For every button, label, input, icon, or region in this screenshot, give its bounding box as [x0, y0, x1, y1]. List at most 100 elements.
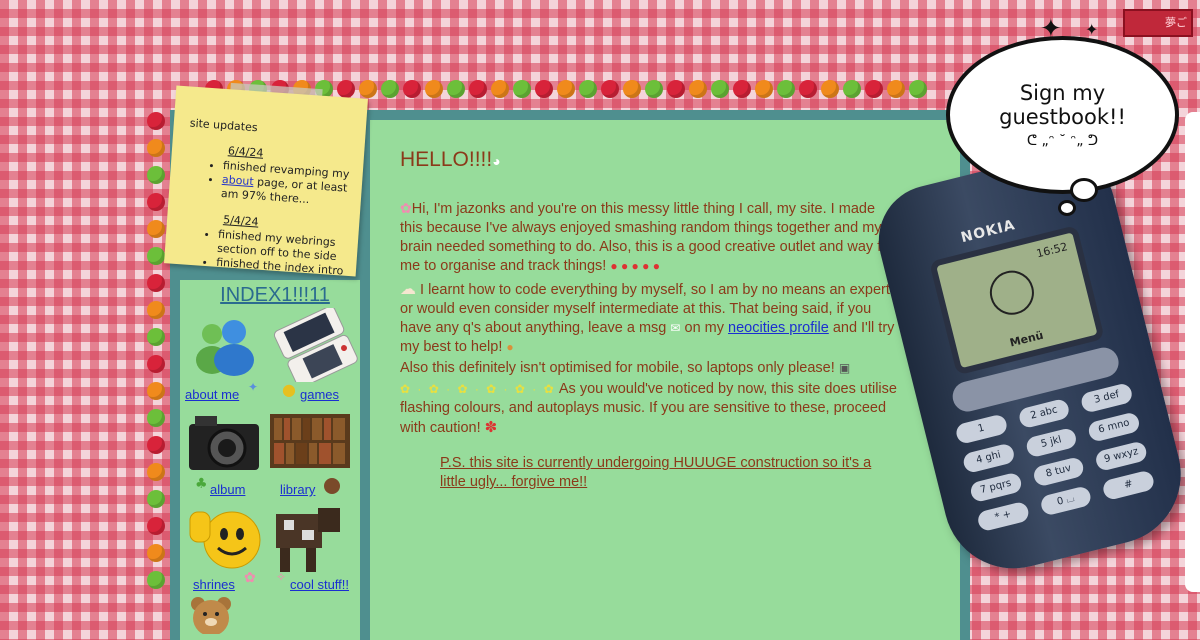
phone-key: 4 ghi	[961, 442, 1016, 475]
fruit-icon	[147, 571, 165, 589]
note-heading: site updates	[189, 116, 259, 135]
fruit-icon	[535, 80, 553, 98]
phone-key: 9 wxyz	[1094, 440, 1149, 472]
fruit-icon	[147, 355, 165, 373]
fruit-icon	[147, 247, 165, 265]
fruit-icon	[777, 80, 795, 98]
messenger-icon[interactable]	[190, 314, 260, 376]
fruit-icon	[147, 490, 165, 508]
corner-badge-button[interactable]: 夢ご	[1123, 9, 1193, 37]
fruit-icon	[843, 80, 861, 98]
nav-about-link[interactable]: about me	[185, 387, 239, 402]
fruit-icon	[491, 80, 509, 98]
fruit-icon	[447, 80, 465, 98]
phone-key: 1	[954, 413, 1009, 445]
phone-key: #	[1101, 469, 1156, 502]
fruit-icon	[147, 463, 165, 481]
fruit-icon	[147, 139, 165, 157]
camera-icon[interactable]	[185, 412, 263, 476]
about-link-note[interactable]: about	[222, 173, 255, 188]
fruit-icon	[799, 80, 817, 98]
ghost-icon: ◕	[492, 153, 501, 169]
fruit-icon	[147, 301, 165, 319]
envelope-icon: ✉	[670, 321, 681, 335]
guestbook-line1: Sign my	[1019, 81, 1106, 105]
phone-key: 0 ⌴	[1038, 485, 1093, 517]
guestbook-kaomoji: ᕦ „ᵔ ˘ ᵔ„ ᕤ	[1026, 133, 1099, 149]
fruit-icon	[689, 80, 707, 98]
mobile-notice: Also this definitely isn't optimised for…	[400, 360, 851, 376]
phone-key: 8 tuv	[1031, 455, 1086, 488]
phone-key: 3 def	[1079, 382, 1134, 414]
intro-paragraph: ✿Hi, I'm jazonks and you're on this mess…	[400, 200, 895, 274]
fruit-icon	[147, 517, 165, 535]
sparkle-icon: ✦	[248, 380, 259, 394]
fruit-icon	[147, 166, 165, 184]
fruit-icon	[147, 328, 165, 346]
pinwheel-icon: ✽	[484, 419, 498, 436]
fruit-icon	[147, 544, 165, 562]
strawberry-icon: ● ● ● ● ●	[610, 259, 660, 273]
fruit-icon	[909, 80, 927, 98]
fruit-icon	[623, 80, 641, 98]
nav-games-link[interactable]: games	[300, 387, 339, 402]
site-updates-note: site updates 6/4/24 finished revamping m…	[164, 85, 368, 277]
fruit-icon	[147, 220, 165, 238]
fruit-icon	[469, 80, 487, 98]
fruit-icon	[557, 80, 575, 98]
laptop-icon: ▣	[838, 361, 851, 375]
nav-album-link[interactable]: album	[210, 482, 245, 497]
cookie-icon	[324, 478, 340, 494]
phone-key: 7 pqrs	[968, 471, 1023, 504]
phone-key: 6 mno	[1087, 411, 1142, 443]
fruit-icon	[147, 409, 165, 427]
fruit-icon	[579, 80, 597, 98]
guestbook-button[interactable]: Sign my guestbook!! ᕦ „ᵔ ˘ ᵔ„ ᕤ	[950, 40, 1175, 190]
pancake-icon: ●	[506, 340, 514, 354]
fruit-icon	[147, 274, 165, 292]
cinnamoroll-icon: ☁	[400, 281, 416, 298]
fruit-icon	[381, 80, 399, 98]
phone-key: 5 jkl	[1024, 426, 1079, 459]
fruit-icon	[667, 80, 685, 98]
learning-paragraph: ☁ I learnt how to code everything by mys…	[400, 281, 895, 355]
fruit-icon	[359, 80, 377, 98]
chick-icon: ●	[282, 380, 296, 399]
teddy-bear-icon[interactable]	[188, 594, 234, 636]
bubble-tail-dot	[1070, 178, 1098, 202]
fruit-icon	[821, 80, 839, 98]
bookshelf-icon[interactable]	[270, 414, 350, 468]
phone-key: * +	[976, 500, 1031, 533]
fruit-border-left	[147, 112, 165, 589]
nav-cool-stuff-link[interactable]: cool stuff!!	[290, 577, 349, 592]
bow-icon: ✿	[400, 200, 412, 216]
fruit-icon	[645, 80, 663, 98]
fruit-icon	[733, 80, 751, 98]
right-side-panel	[1185, 112, 1200, 592]
nav-library-link[interactable]: library	[280, 482, 315, 497]
fruit-icon	[711, 80, 729, 98]
sprout-icon: ♣	[195, 476, 208, 492]
guestbook-line2: guestbook!!	[999, 105, 1126, 129]
fruit-icon	[147, 382, 165, 400]
fruit-icon	[147, 112, 165, 130]
minecraft-cow-icon[interactable]	[272, 504, 342, 576]
thumbs-up-smiley-icon[interactable]	[186, 500, 264, 572]
phone-time: 16:52	[1035, 240, 1069, 261]
index-title: INDEX1!!!11	[220, 284, 330, 306]
star-icon: ✦	[1085, 20, 1099, 39]
fruit-icon	[865, 80, 883, 98]
flower-sparkle-icons: ✿ · ✿ · ✿ · ✿ · ✿ · ✿	[400, 382, 556, 396]
page-title: HELLO!!!!◕	[400, 148, 501, 171]
neocities-profile-link[interactable]: neocities profile	[728, 320, 829, 336]
fruit-icon	[755, 80, 773, 98]
fruit-icon	[337, 80, 355, 98]
phone-key: 2 abc	[1017, 397, 1072, 430]
fruit-icon	[513, 80, 531, 98]
nav-shrines-link[interactable]: shrines	[193, 577, 235, 592]
fruit-icon	[403, 80, 421, 98]
3ds-console-icon[interactable]	[272, 305, 358, 388]
fruit-icon	[601, 80, 619, 98]
intro-content: HELLO!!!!◕ ✿Hi, I'm jazonks and you're o…	[400, 148, 900, 492]
fruit-icon	[425, 80, 443, 98]
